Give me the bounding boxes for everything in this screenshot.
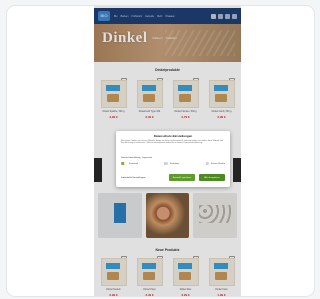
toggle-switch[interactable] [161, 162, 168, 165]
toggle-switch[interactable] [121, 162, 127, 165]
toggle-external-media[interactable]: Externe Medien [202, 162, 225, 165]
accept-all-button[interactable]: Alle akzeptieren [199, 174, 225, 181]
preview-card: BIO Bio Backen Frühstück Getreide Mehl Ö… [6, 5, 315, 297]
toggle-statistics[interactable]: Statistiken [161, 162, 180, 165]
individual-settings-link[interactable]: Individuelle Einstellungen [121, 177, 146, 179]
consent-title: Datenschutz-Einstellungen [153, 134, 193, 138]
cookie-consent-dialog: Datenschutz-Einstellungen Wir nutzen Coo… [116, 131, 230, 187]
consent-actions: Individuelle Einstellungen Auswahl speic… [121, 174, 225, 181]
toggle-switch[interactable] [202, 162, 209, 165]
save-selection-button[interactable]: Auswahl speichern [169, 174, 195, 181]
privacy-links[interactable]: Datenschutzerklärung · Impressum [121, 157, 152, 159]
toggle-label: Statistiken [169, 162, 180, 165]
website-screenshot: BIO Bio Backen Frühstück Getreide Mehl Ö… [94, 6, 241, 296]
toggle-label: Externe Medien [210, 162, 225, 165]
consent-text: Wir nutzen Cookies auf unserer Website. … [121, 140, 224, 145]
consent-toggles: Essenziell Statistiken Externe Medien [121, 162, 225, 165]
toggle-essential[interactable]: Essenziell [121, 162, 138, 165]
toggle-label: Essenziell [129, 162, 139, 165]
